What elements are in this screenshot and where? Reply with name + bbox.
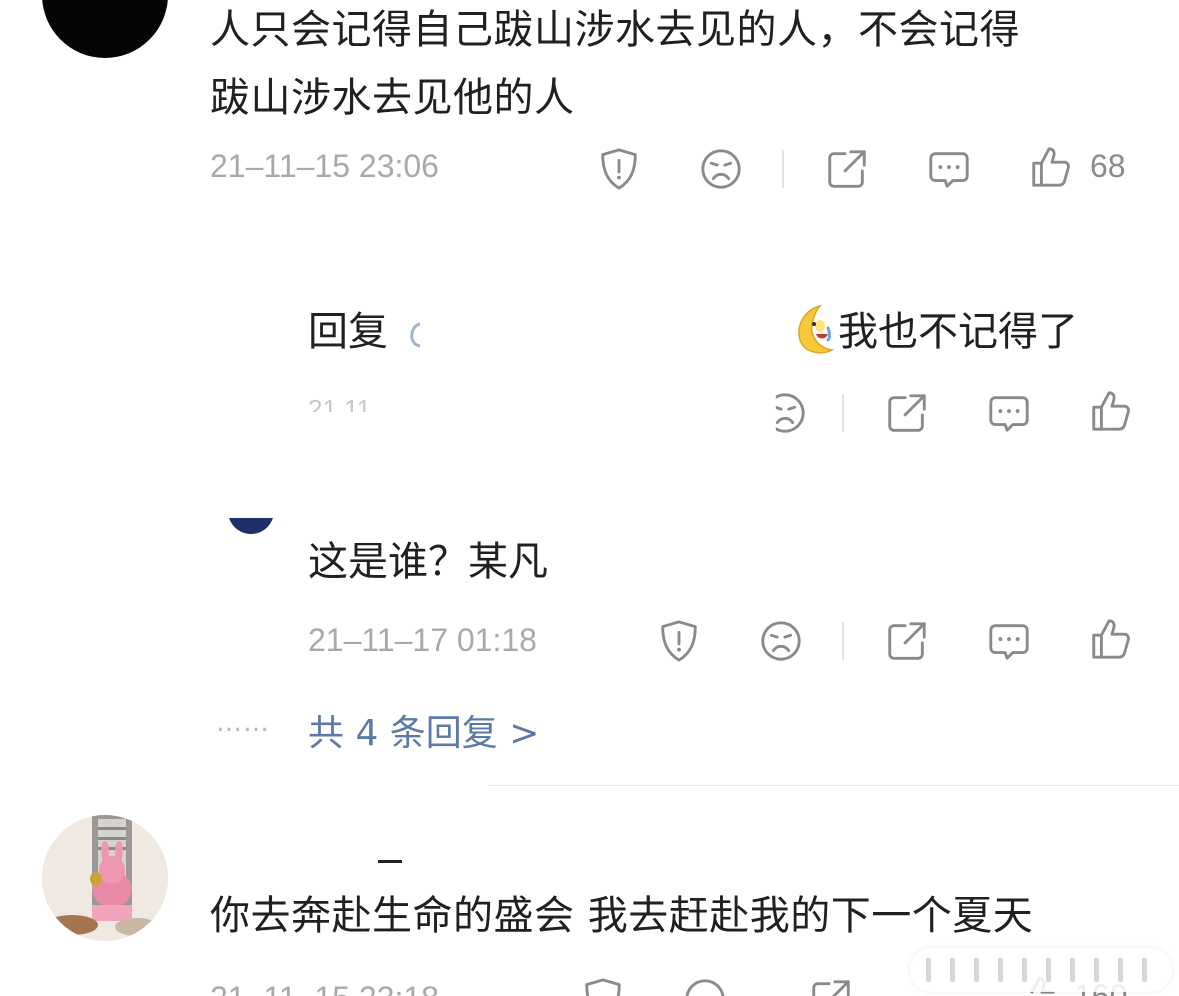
comment-bubble-icon[interactable]	[986, 618, 1032, 664]
mention-fragment	[402, 318, 424, 352]
comment-bubble-icon[interactable]	[926, 146, 972, 192]
divider	[842, 622, 844, 660]
like-count: 68	[1090, 148, 1126, 184]
more-replies-dots: ……	[216, 708, 270, 738]
moon-emoji-icon	[790, 304, 838, 356]
reply-text: 这是谁？某凡	[308, 539, 548, 585]
report-icon[interactable]	[580, 976, 626, 996]
share-icon[interactable]	[808, 976, 854, 996]
scroll-scrubber[interactable]	[910, 948, 1172, 992]
report-icon[interactable]	[596, 146, 642, 192]
comment-bubble-icon[interactable]	[986, 390, 1032, 436]
share-icon[interactable]	[824, 146, 870, 192]
comment-text: 你去奔赴生命的盛会 我去赶赴我的下一个夏天	[210, 893, 1034, 939]
share-icon[interactable]	[884, 390, 930, 436]
thumbs-up-icon[interactable]	[1028, 144, 1074, 190]
comment-timestamp: 21–11–15 23:06	[210, 148, 439, 184]
comment-text: 人只会记得自己跋山涉水去见的人，不会记得 跋山涉水去见他的人	[210, 0, 1150, 132]
reply-timestamp: 21–11–17 01:18	[308, 622, 537, 658]
thumbs-up-icon[interactable]	[1088, 388, 1134, 434]
sad-face-icon[interactable]	[758, 618, 804, 664]
comment-text-line: 人只会记得自己跋山涉水去见的人，不会记得	[210, 7, 1020, 53]
view-more-replies-link[interactable]: 共 4 条回复 >	[308, 704, 539, 756]
reply-prefix: 回复	[308, 309, 388, 355]
report-icon[interactable]	[656, 618, 702, 664]
username-fragment	[378, 860, 402, 863]
avatar[interactable]	[42, 815, 168, 941]
comment-text-line: 跋山涉水去见他的人	[210, 75, 575, 121]
reply-username	[312, 262, 382, 276]
sad-face-icon[interactable]	[775, 390, 808, 436]
comment-divider	[488, 785, 1179, 786]
thumbs-up-icon[interactable]	[1088, 616, 1134, 662]
avatar-photo-icon	[42, 815, 168, 941]
reply-timestamp: 21 11	[308, 394, 372, 412]
divider	[842, 394, 844, 432]
share-icon[interactable]	[884, 618, 930, 664]
sad-face-icon[interactable]	[698, 146, 744, 192]
avatar[interactable]	[228, 518, 274, 538]
reply-text: 我也不记得了	[838, 309, 1078, 355]
comment-timestamp: 21–11–15 23:18	[210, 980, 439, 996]
avatar[interactable]	[42, 0, 168, 58]
divider	[782, 150, 784, 188]
sad-face-icon[interactable]	[682, 976, 728, 996]
